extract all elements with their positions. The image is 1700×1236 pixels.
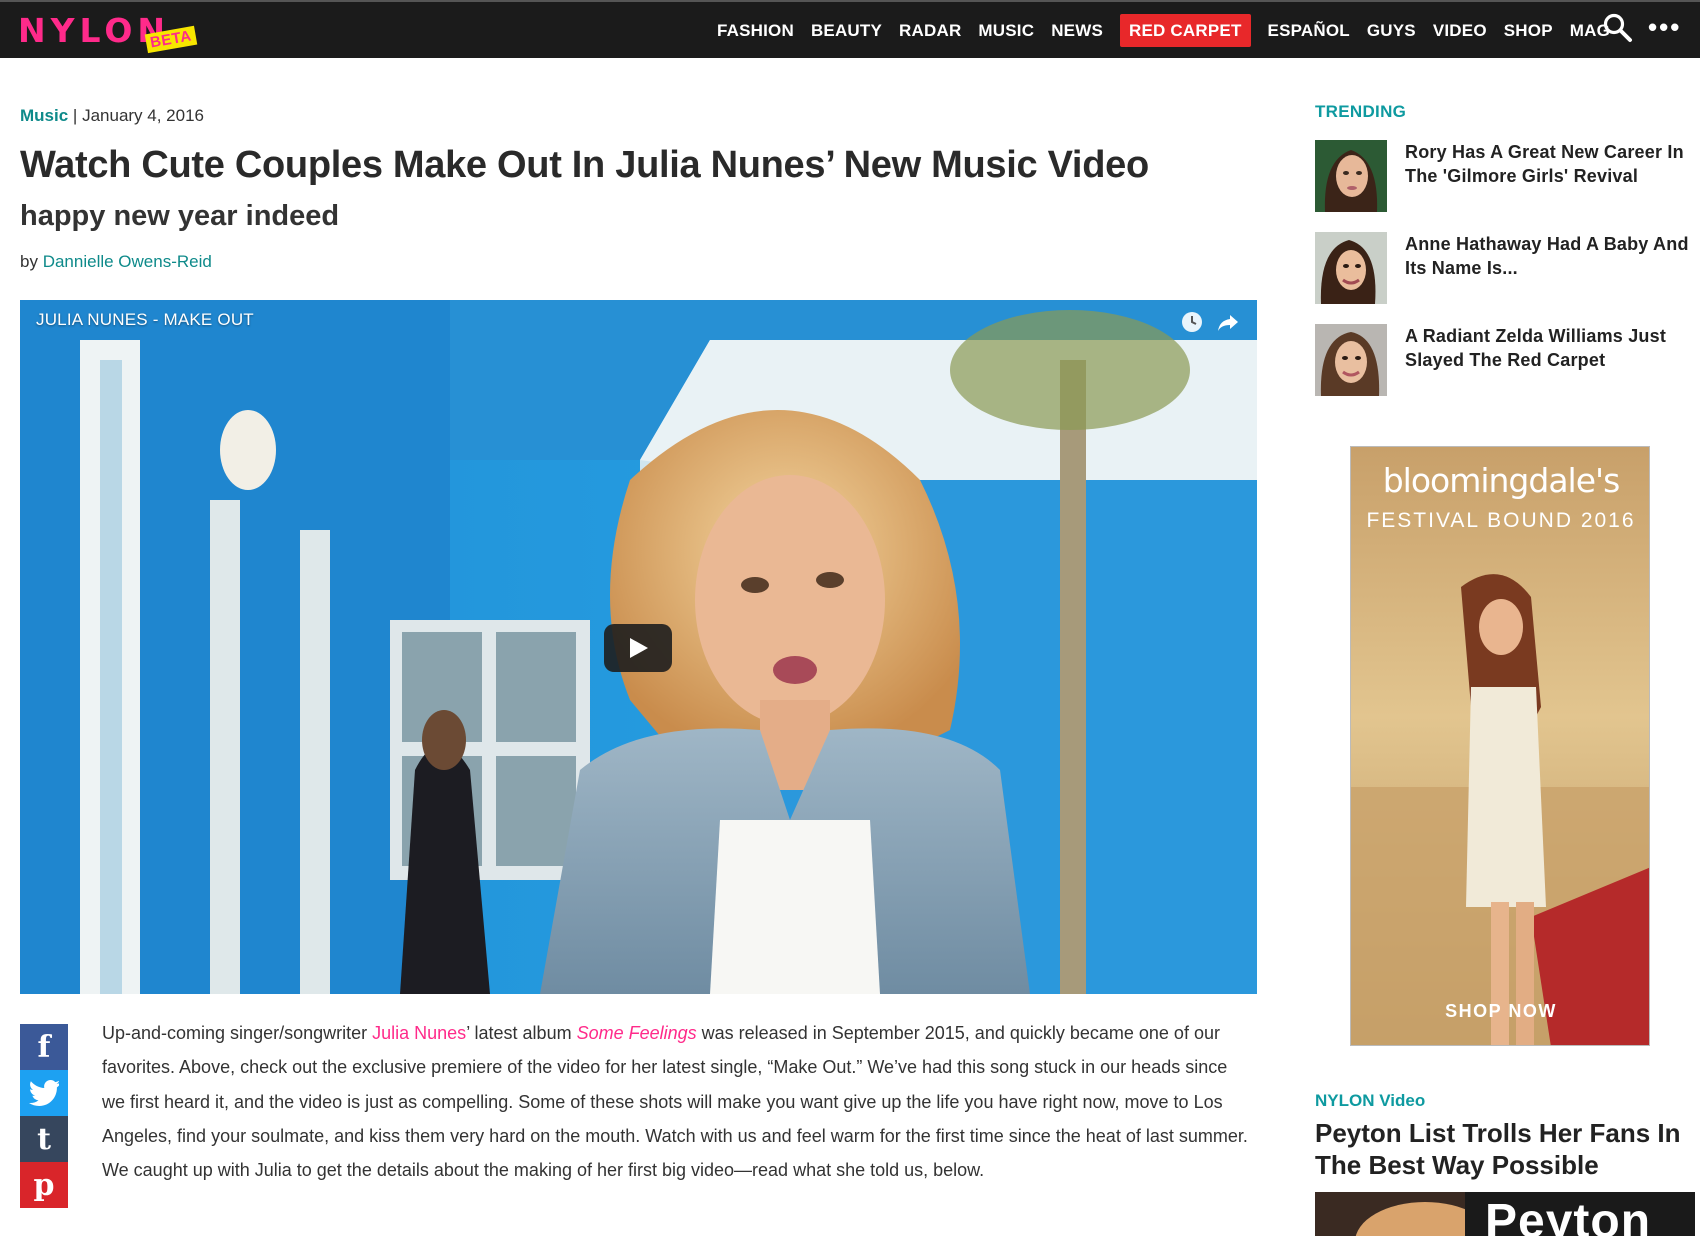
tumblr-share-button[interactable]: t xyxy=(20,1116,68,1162)
play-icon xyxy=(630,638,648,658)
pinterest-icon: p xyxy=(33,1167,55,1203)
article-meta: Music | January 4, 2016 xyxy=(20,106,204,126)
nav-item-radar[interactable]: RADAR xyxy=(899,14,961,47)
meta-separator: | xyxy=(72,106,78,125)
body-text-intro: Up-and-coming singer/songwriter xyxy=(102,1023,373,1043)
nav-item-music[interactable]: MUSIC xyxy=(978,14,1034,47)
trending-heading: TRENDING xyxy=(1315,102,1407,121)
nav-item-red-carpet[interactable]: RED CARPET xyxy=(1120,14,1251,47)
byline-prefix: by xyxy=(20,252,38,271)
nav-item-shop[interactable]: SHOP xyxy=(1504,14,1553,47)
ad-shop-now-button[interactable]: SHOP NOW xyxy=(1351,1001,1649,1022)
category-link[interactable]: Music xyxy=(20,106,68,125)
trending-title[interactable]: Rory Has A Great New Career In The 'Gilm… xyxy=(1405,140,1695,188)
ad-tagline: FESTIVAL BOUND 2016 xyxy=(1366,509,1636,532)
facebook-icon: f xyxy=(37,1029,51,1065)
byline: by Dannielle Owens-Reid xyxy=(20,252,212,272)
article-headline: Watch Cute Couples Make Out In Julia Nun… xyxy=(20,144,1149,186)
trending-thumbnail[interactable] xyxy=(1315,324,1387,396)
tumblr-icon: t xyxy=(37,1121,51,1157)
trending-item[interactable]: Rory Has A Great New Career In The 'Gilm… xyxy=(1315,140,1695,212)
video-title: JULIA NUNES - MAKE OUT xyxy=(36,310,254,329)
video-player[interactable]: JULIA NUNES - MAKE OUT xyxy=(20,300,1257,994)
top-navigation-bar: NYLON BETA FASHION BEAUTY RADAR MUSIC NE… xyxy=(0,0,1700,58)
trending-title[interactable]: Anne Hathaway Had A Baby And Its Name Is… xyxy=(1405,232,1695,280)
album-link[interactable]: Some Feelings xyxy=(577,1023,697,1043)
body-text-mid: ’ latest album xyxy=(466,1023,577,1043)
nav-item-espanol[interactable]: ESPAÑOL xyxy=(1268,14,1350,47)
trending-thumbnail[interactable] xyxy=(1315,140,1387,212)
more-dots-icon[interactable]: ••• xyxy=(1648,14,1681,40)
nylon-video-title[interactable]: Peyton List Trolls Her Fans In The Best … xyxy=(1315,1117,1695,1181)
ad-photo xyxy=(1351,447,1649,1045)
pinterest-share-button[interactable]: p xyxy=(20,1162,68,1208)
nav-item-fashion[interactable]: FASHION xyxy=(717,14,794,47)
ad-brand: bloomingdale's xyxy=(1382,461,1621,500)
bloomingdales-ad[interactable]: bloomingdale's FESTIVAL BOUND 2016 SHOP … xyxy=(1350,446,1650,1046)
twitter-share-button[interactable] xyxy=(20,1070,68,1116)
facebook-share-button[interactable]: f xyxy=(20,1024,68,1070)
video-thumbnail-text: Peyton xyxy=(1485,1195,1652,1236)
trending-item[interactable]: A Radiant Zelda Williams Just Slayed The… xyxy=(1315,324,1695,396)
search-icon[interactable] xyxy=(1602,12,1634,44)
trending-title[interactable]: A Radiant Zelda Williams Just Slayed The… xyxy=(1405,324,1695,372)
author-link[interactable]: Dannielle Owens-Reid xyxy=(43,252,212,271)
article-body: Up-and-coming singer/songwriter Julia Nu… xyxy=(102,1016,1252,1187)
trending-item[interactable]: Anne Hathaway Had A Baby And Its Name Is… xyxy=(1315,232,1695,304)
nav-item-video[interactable]: VIDEO xyxy=(1433,14,1487,47)
share-bar: f t p xyxy=(20,1024,68,1208)
nylon-video-thumbnail[interactable]: Peyton xyxy=(1315,1192,1695,1236)
publish-date: January 4, 2016 xyxy=(82,106,204,125)
artist-link[interactable]: Julia Nunes xyxy=(372,1023,466,1043)
twitter-bird-icon xyxy=(29,1080,59,1106)
main-nav: FASHION BEAUTY RADAR MUSIC NEWS RED CARP… xyxy=(700,14,1610,47)
trending-thumbnail[interactable] xyxy=(1315,232,1387,304)
share-icon[interactable] xyxy=(1216,310,1240,334)
body-text-rest: was released in September 2015, and quic… xyxy=(102,1023,1248,1181)
nav-item-news[interactable]: NEWS xyxy=(1051,14,1103,47)
article-dek: happy new year indeed xyxy=(20,200,340,232)
nylon-video-label[interactable]: NYLON Video xyxy=(1315,1091,1425,1111)
play-button[interactable] xyxy=(604,624,672,672)
watch-later-icon[interactable] xyxy=(1180,310,1204,334)
nav-item-guys[interactable]: GUYS xyxy=(1367,14,1416,47)
nav-item-beauty[interactable]: BEAUTY xyxy=(811,14,882,47)
